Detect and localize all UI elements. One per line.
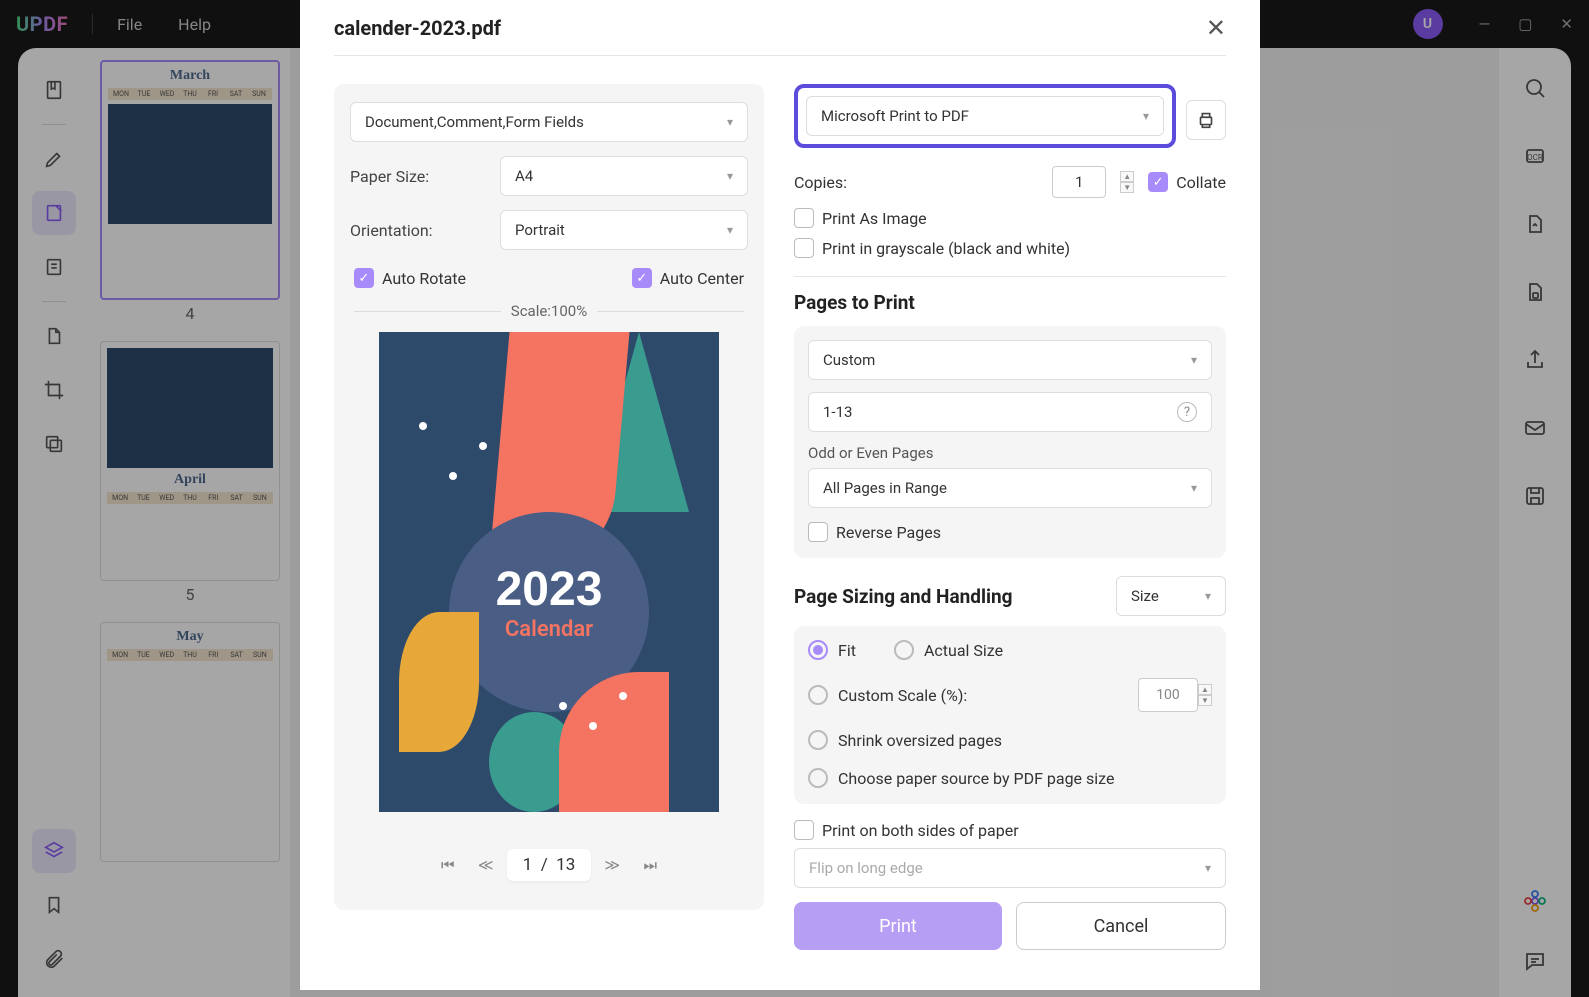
page-range-mode-select[interactable]: Custom▾ [808,340,1212,380]
orientation-select[interactable]: Portrait▾ [500,210,748,250]
help-icon[interactable]: ? [1177,402,1197,422]
print-dialog: calender-2023.pdf ✕ Document,Comment,For… [300,0,1260,990]
scale-stepper[interactable]: ▲▼ [1198,684,1212,706]
both-sides-checkbox[interactable]: Print on both sides of paper [794,820,1019,840]
print-as-image-checkbox[interactable]: Print As Image [794,208,927,228]
printer-properties-icon[interactable] [1186,100,1226,140]
flip-select[interactable]: Flip on long edge▾ [794,848,1226,888]
choose-source-radio[interactable]: Choose paper source by PDF page size [808,768,1212,788]
prev-page-icon[interactable]: ≪ [469,848,503,882]
chevron-down-icon: ▾ [1191,353,1197,367]
custom-scale-radio[interactable]: Custom Scale (%): 100▲▼ [808,678,1212,712]
fit-radio[interactable]: Fit [808,640,856,660]
paper-size-label: Paper Size: [350,167,500,186]
actual-size-radio[interactable]: Actual Size [894,640,1003,660]
next-page-icon[interactable]: ≫ [595,848,629,882]
custom-scale-input[interactable]: 100 [1138,678,1198,712]
last-page-icon[interactable]: ⏭ [633,848,667,882]
print-content-select[interactable]: Document,Comment,Form Fields▾ [350,102,748,142]
printer-select-highlight: Microsoft Print to PDF▾ [794,84,1176,148]
dialog-close-icon[interactable]: ✕ [1206,14,1226,42]
paper-size-select[interactable]: A4▾ [500,156,748,196]
collate-checkbox[interactable]: ✓Collate [1148,172,1226,192]
first-page-icon[interactable]: ⏮ [431,848,465,882]
preview-pager: ⏮ ≪ 1 / 13 ≫ ⏭ [404,840,694,890]
pages-to-print-heading: Pages to Print [794,291,1226,314]
orientation-label: Orientation: [350,221,500,240]
odd-even-label: Odd or Even Pages [808,444,1212,462]
copies-label: Copies: [794,173,1038,192]
print-button[interactable]: Print [794,902,1002,950]
chevron-down-icon: ▾ [1205,589,1211,603]
auto-rotate-checkbox[interactable]: ✓Auto Rotate [354,268,466,288]
sizing-mode-select[interactable]: Size▾ [1116,576,1226,616]
printer-select[interactable]: Microsoft Print to PDF▾ [806,96,1164,136]
cancel-button[interactable]: Cancel [1016,902,1226,950]
grayscale-checkbox[interactable]: Print in grayscale (black and white) [794,238,1070,258]
chevron-down-icon: ▾ [1205,861,1211,875]
scale-label: Scale:100% [501,302,597,320]
chevron-down-icon: ▾ [727,115,733,129]
page-range-input[interactable]: 1-13 ? [808,392,1212,432]
copies-input[interactable]: 1 [1052,166,1106,198]
copies-stepper[interactable]: ▲▼ [1120,171,1134,193]
shrink-radio[interactable]: Shrink oversized pages [808,730,1212,750]
chevron-down-icon: ▾ [727,223,733,237]
chevron-down-icon: ▾ [1191,481,1197,495]
odd-even-select[interactable]: All Pages in Range▾ [808,468,1212,508]
chevron-down-icon: ▾ [727,169,733,183]
auto-center-checkbox[interactable]: ✓Auto Center [632,268,744,288]
dialog-title: calender-2023.pdf [334,16,501,40]
reverse-pages-checkbox[interactable]: Reverse Pages [808,522,941,542]
sizing-heading: Page Sizing and Handling [794,585,1013,608]
print-preview: 2023 Calendar [379,332,719,812]
chevron-down-icon: ▾ [1143,109,1149,123]
